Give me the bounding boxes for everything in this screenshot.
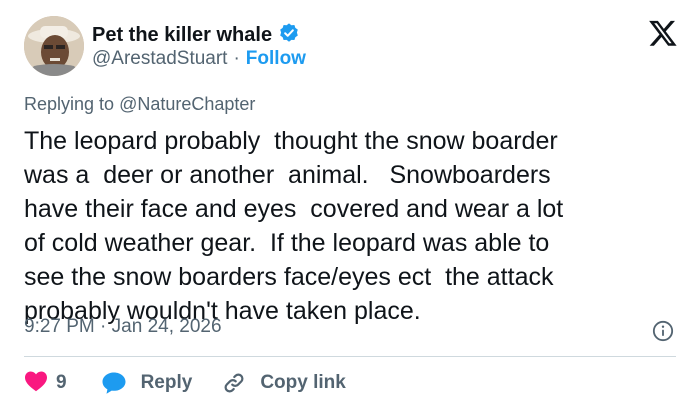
action-bar: 9 Reply Copy link (24, 368, 346, 398)
replying-mention[interactable]: @NatureChapter (119, 94, 255, 114)
separator: · (233, 48, 240, 69)
tweet-timestamp[interactable]: 9:27 PM · Jan 24, 2026 (24, 316, 222, 338)
follow-button[interactable]: Follow (246, 48, 306, 70)
info-icon[interactable] (652, 320, 674, 342)
tweet-date: Jan 24, 2026 (111, 316, 222, 337)
verified-badge-icon (278, 22, 300, 49)
tweet-text: The leopard probably thought the snow bo… (24, 127, 564, 325)
copy-link-button[interactable]: Copy link (222, 371, 346, 395)
reply-button[interactable]: Reply (101, 371, 193, 395)
like-button[interactable]: 9 (24, 370, 67, 397)
author-display-name[interactable]: Pet the killer whale (92, 24, 272, 47)
replying-to: Replying to @NatureChapter (24, 94, 255, 115)
avatar[interactable] (24, 16, 84, 76)
like-count: 9 (56, 372, 67, 393)
author-handle-row: @ArestadStuart · Follow (92, 48, 306, 70)
author-name-row: Pet the killer whale (92, 22, 300, 49)
reply-bubble-icon (101, 371, 127, 395)
divider (24, 356, 676, 357)
avatar-image (24, 16, 84, 76)
separator: · (100, 316, 107, 337)
tweet-time: 9:27 PM (24, 316, 95, 337)
author-handle[interactable]: @ArestadStuart (92, 48, 227, 70)
x-logo-icon[interactable] (648, 18, 678, 48)
reply-label: Reply (140, 372, 193, 393)
link-icon (222, 371, 246, 395)
tweet-card: Pet the killer whale @ArestadStuart · Fo… (0, 0, 700, 410)
copy-link-label: Copy link (260, 372, 346, 393)
heart-icon (24, 370, 48, 397)
replying-prefix: Replying to (24, 94, 115, 114)
